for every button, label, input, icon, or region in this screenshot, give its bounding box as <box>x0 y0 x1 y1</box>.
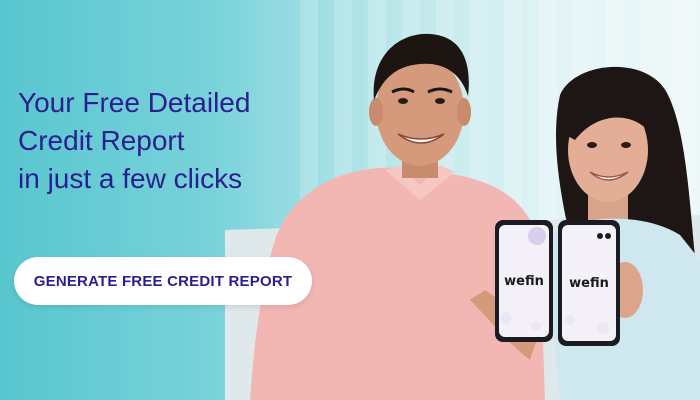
generate-report-button[interactable]: GENERATE FREE CREDIT REPORT <box>14 257 312 305</box>
hero-headline: Your Free Detailed Credit Report in just… <box>18 84 308 198</box>
couple-photo: wefin wefin <box>225 33 700 400</box>
right-phone: wefin <box>558 220 620 346</box>
headline-line-2: Credit Report <box>18 125 185 156</box>
left-phone-brand: wefin <box>504 274 544 289</box>
headline-line-1: Your Free Detailed <box>18 87 251 118</box>
headline-line-3: in just a few clicks <box>18 163 243 194</box>
right-phone-brand: wefin <box>569 276 609 291</box>
promo-banner: wefin wefin Your Free Detailed Credit Re… <box>0 0 700 400</box>
left-phone: wefin <box>495 220 553 342</box>
